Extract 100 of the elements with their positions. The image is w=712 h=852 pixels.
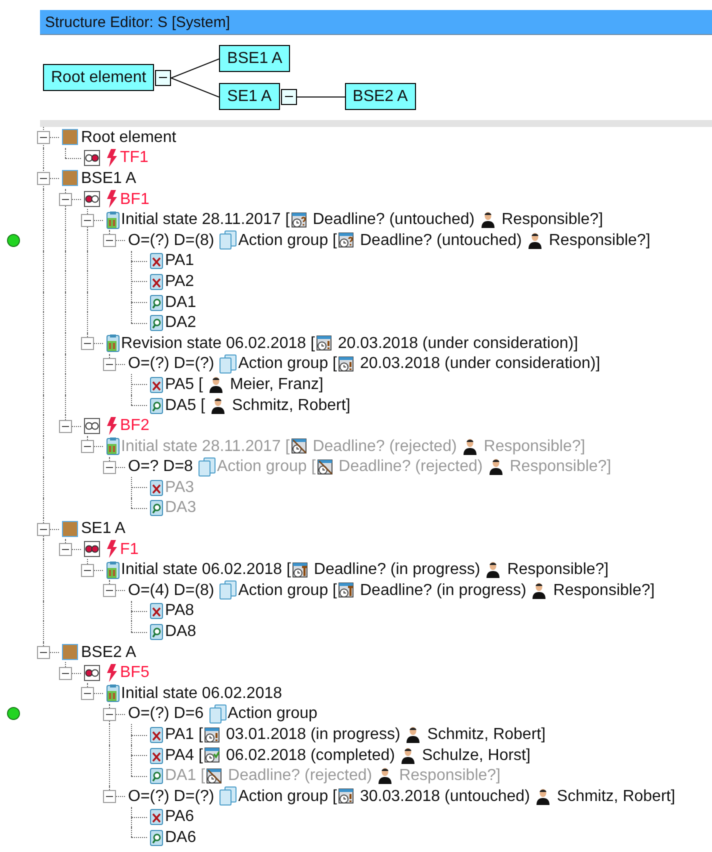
block-icon <box>62 644 78 660</box>
node-label: Responsible?] <box>553 580 655 600</box>
clipboard-x-icon <box>150 376 163 393</box>
collapse-button[interactable] <box>59 543 72 556</box>
clipboards-icon <box>219 230 238 250</box>
node-label: O=? D=8 <box>128 457 193 476</box>
collapse-button[interactable] <box>59 193 72 206</box>
collapse-button[interactable] <box>103 234 116 248</box>
diagram-node[interactable]: Root element <box>43 64 154 91</box>
node-label: 30.03.2018 (untouched) <box>360 786 530 806</box>
clipboard-x-icon <box>150 252 163 270</box>
collapse-button[interactable] <box>81 214 94 227</box>
clipboard-x-icon <box>150 478 163 496</box>
collapse-button[interactable] <box>81 564 94 577</box>
clock-alert-icon <box>338 356 354 372</box>
collapse-button[interactable] <box>103 790 116 804</box>
diagram-node[interactable]: BSE2 A <box>344 83 416 110</box>
node-label: Schmitz, Robert] <box>232 396 350 415</box>
node-label: Initial state 28.11.2017 [ <box>121 210 290 230</box>
node-label: PA1 <box>165 251 194 270</box>
node-label: 03.01.2018 (in progress) <box>226 725 400 744</box>
node-label: Responsible?] <box>399 766 500 786</box>
clock-crossed-icon <box>290 438 307 454</box>
clock-crossed-icon <box>206 768 222 784</box>
collapse-button[interactable] <box>280 88 297 104</box>
calendar-clipboard-icon <box>106 560 120 579</box>
collapse-button[interactable] <box>103 708 116 721</box>
node-label: Action group [ <box>238 580 337 600</box>
lightning-icon <box>106 416 118 435</box>
circles-icon <box>84 418 100 434</box>
node-label: Action group [ <box>238 230 337 250</box>
collapse-button[interactable] <box>37 522 50 536</box>
node-label: PA3 <box>165 478 194 497</box>
node-label: PA1 [ <box>165 725 203 744</box>
node-label: Initial state 06.02.2018 [ <box>121 560 291 580</box>
collapse-button[interactable] <box>103 460 116 474</box>
collapse-button[interactable] <box>37 646 50 660</box>
node-label: Deadline? (untouched) <box>312 210 475 230</box>
person-icon <box>488 458 503 476</box>
collapse-button[interactable] <box>81 687 94 700</box>
lightning-icon <box>106 664 118 682</box>
block-icon <box>62 520 78 537</box>
node-label: Action group <box>228 704 318 724</box>
clipboards-icon <box>219 354 238 374</box>
clipboard-x-icon <box>150 602 163 620</box>
person-icon <box>462 438 477 455</box>
fault-label: F1 <box>120 540 139 559</box>
calendar-clipboard-icon <box>106 684 120 702</box>
collapse-button[interactable] <box>59 420 72 433</box>
calendar-clipboard-icon <box>106 334 120 352</box>
clipboards-icon <box>219 580 238 600</box>
collapse-button[interactable] <box>103 358 116 371</box>
node-label: PA4 [ <box>165 746 203 765</box>
diagram-node[interactable]: BSE1 A <box>219 45 290 72</box>
clipboard-search-icon <box>150 767 163 784</box>
clipboard-search-icon <box>150 396 163 414</box>
clipboard-search-icon <box>150 314 163 332</box>
clock-alert-icon <box>316 335 332 352</box>
collapse-button[interactable] <box>37 172 50 186</box>
clock-alert-icon <box>204 726 220 743</box>
node-label: PA8 <box>165 601 194 620</box>
clock-question-icon <box>290 212 307 228</box>
node-label: O=(?) D=(?) <box>128 786 214 806</box>
fault-label: BF1 <box>120 190 150 209</box>
person-icon <box>528 232 542 249</box>
lightning-icon <box>106 148 118 167</box>
diagram-node[interactable]: SE1 A <box>219 83 280 110</box>
collapse-button[interactable] <box>59 666 72 680</box>
clock-alert-icon <box>338 788 354 804</box>
node-label: DA3 <box>165 498 196 518</box>
node-label: Schmitz, Robert] <box>427 725 546 744</box>
person-icon <box>211 396 226 414</box>
clock-crossed-icon <box>316 458 333 475</box>
node-label: Initial state 28.11.2017 [ <box>121 436 290 456</box>
clipboard-search-icon <box>150 499 163 516</box>
node-label: O=(?) D=6 <box>128 704 204 724</box>
node-label: 06.02.2018 (completed) <box>226 746 395 765</box>
node-label: 20.03.2018 (under consideration)] <box>338 334 578 353</box>
collapse-button[interactable] <box>155 70 172 86</box>
node-label: Schulze, Horst] <box>422 746 530 765</box>
collapse-button[interactable] <box>103 584 116 598</box>
person-icon <box>378 767 392 784</box>
connector-line <box>171 77 220 97</box>
collapse-button[interactable] <box>81 337 94 350</box>
person-icon <box>480 211 495 228</box>
collapse-button[interactable] <box>81 440 94 454</box>
clipboards-icon <box>198 456 216 477</box>
node-label: PA6 <box>165 807 194 826</box>
node-label: Responsible?] <box>502 210 604 230</box>
calendar-clipboard-icon <box>106 210 120 229</box>
circles-icon <box>84 191 100 208</box>
circles-icon <box>84 150 100 166</box>
block-icon <box>62 170 78 186</box>
node-label: 20.03.2018 (under consideration)] <box>360 354 600 374</box>
collapse-button[interactable] <box>37 131 50 144</box>
node-label: Responsible?] <box>484 436 586 456</box>
person-icon <box>208 376 223 393</box>
node-label: Revision state 06.02.2018 [ <box>121 334 315 353</box>
clock-check-icon <box>204 747 220 764</box>
node-label: Deadline? (rejected) <box>228 766 372 786</box>
